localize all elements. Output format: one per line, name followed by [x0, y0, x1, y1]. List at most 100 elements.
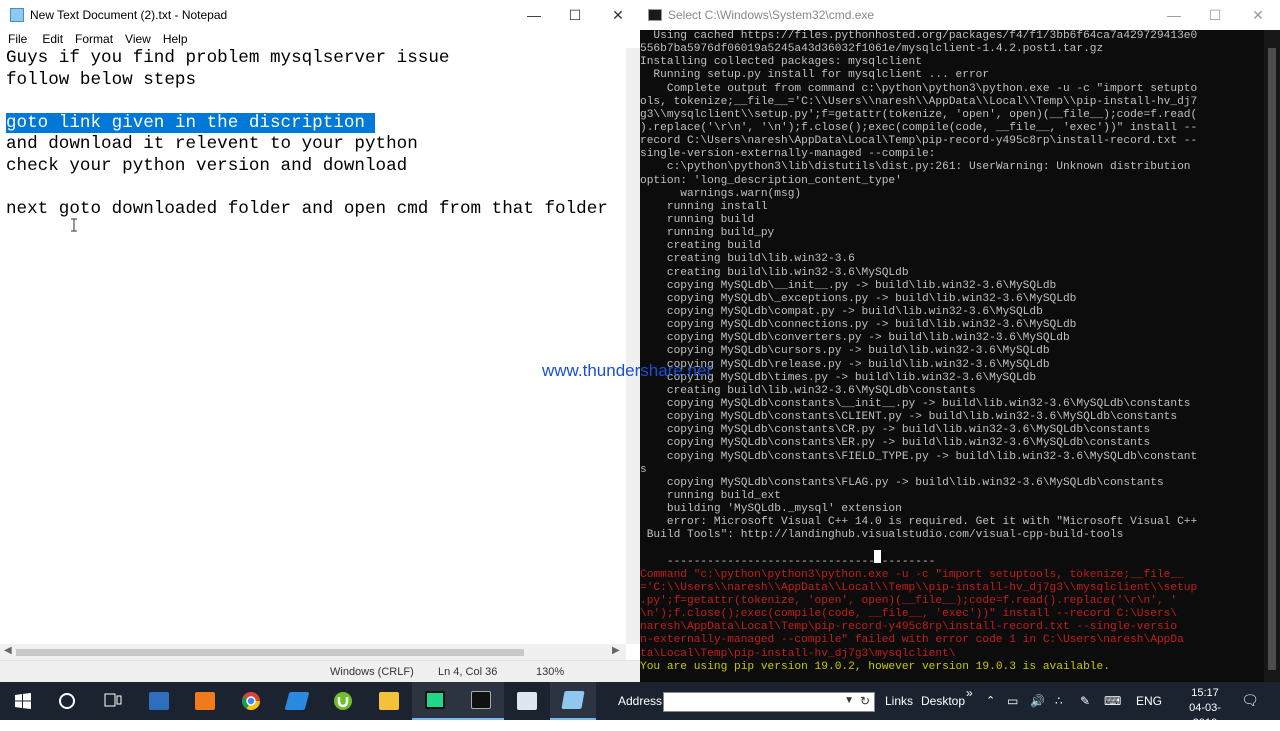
- console-line: naresh\AppData\Local\Temp\pip-record-y49…: [640, 621, 1178, 634]
- battery-icon[interactable]: ▭: [1007, 694, 1018, 708]
- console-line: copying MySQLdb\constants\FIELD_TYPE.py …: [640, 450, 1198, 463]
- console-line: copying MySQLdb\cursors.py -> build\lib.…: [640, 345, 1050, 358]
- address-input[interactable]: ▼ ↻: [663, 692, 875, 712]
- pycharm-icon[interactable]: [412, 682, 458, 720]
- console-line: Running setup.py install for mysqlclient…: [640, 69, 990, 82]
- taskbar: Address ▼ ↻ Links Desktop » ⌃ ▭ 🔊 ∴ ✎ ⌨ …: [0, 682, 1280, 729]
- console-line: error: Microsoft Visual C++ 14.0 is requ…: [640, 516, 1198, 529]
- desktop-toolbar[interactable]: Desktop: [921, 694, 965, 708]
- text-line: [6, 91, 626, 113]
- notepad-text-area[interactable]: Guys if you find problem mysqlserver iss…: [0, 48, 626, 644]
- console-line: You are using pip version 19.0.2, howeve…: [640, 660, 1110, 673]
- console-line: option: 'long_description_content_type': [640, 174, 902, 187]
- console-line: copying MySQLdb\constants\ER.py -> build…: [640, 437, 1151, 450]
- menu-file[interactable]: File: [8, 30, 27, 48]
- console-line: 556b7ba5976df06019a5245a43d36032f1061e/m…: [640, 43, 1104, 56]
- cmd-title-bar[interactable]: Select C:\Windows\System32\cmd.exe — ☐ ✕: [640, 0, 1280, 30]
- file-explorer-icon[interactable]: [366, 682, 412, 720]
- editor-icon[interactable]: [504, 682, 550, 720]
- notepad-menu-bar: File Edit Format View Help: [0, 30, 640, 48]
- scroll-right-icon[interactable]: ▶: [612, 645, 620, 656]
- console-line: Installing collected packages: mysqlclie…: [640, 56, 922, 69]
- console-line: Build Tools": http://landinghub.visualst…: [640, 529, 1124, 542]
- language-indicator[interactable]: ENG: [1136, 694, 1162, 708]
- status-zoom: 130%: [536, 666, 565, 678]
- scrollbar-thumb[interactable]: [1268, 48, 1276, 670]
- menu-format[interactable]: Format: [75, 30, 113, 48]
- console-line: running build: [640, 213, 755, 226]
- console-line: building 'MySQLdb._mysql' extension: [640, 503, 902, 516]
- console-line: ='C:\\Users\\naresh\\AppData\\Local\\Tem…: [640, 581, 1198, 594]
- console-line: running build_ext: [640, 489, 781, 502]
- notepad-app-icon: [10, 8, 24, 22]
- notepad-icon[interactable]: [550, 682, 596, 720]
- console-line: copying MySQLdb\compat.py -> build\lib.w…: [640, 305, 1043, 318]
- cmd-vertical-scrollbar[interactable]: [1264, 30, 1280, 682]
- console-line: creating build: [640, 240, 761, 253]
- clock[interactable]: 15:17 04-03-2019: [1180, 686, 1230, 731]
- console-line: creating build\lib.win32-3.6: [640, 253, 855, 266]
- console-line: ).replace('\r\n', '\n');f.close();exec(c…: [640, 121, 1198, 134]
- refresh-icon[interactable]: ↻: [860, 694, 870, 708]
- cmd-output[interactable]: Using cached https://files.pythonhosted.…: [640, 30, 1264, 682]
- keyboard-icon[interactable]: ⌨: [1104, 694, 1121, 708]
- menu-edit[interactable]: Edit: [42, 30, 63, 48]
- notepad-title-bar[interactable]: New Text Document (2).txt - Notepad — ☐ …: [0, 0, 640, 30]
- media-player-icon[interactable]: [182, 682, 228, 720]
- maximize-icon[interactable]: ☐: [553, 0, 597, 30]
- cortana-search-icon[interactable]: [44, 682, 90, 720]
- minimize-icon[interactable]: —: [512, 0, 556, 30]
- notepad-vertical-scrollbar[interactable]: [626, 48, 640, 644]
- cmd-icon[interactable]: [458, 682, 504, 720]
- scroll-left-icon[interactable]: ◀: [4, 645, 12, 656]
- scrollbar-thumb[interactable]: [16, 649, 524, 656]
- console-line: creating build\lib.win32-3.6\MySQLdb\con…: [640, 384, 976, 397]
- notepad-status-bar: Windows (CRLF) Ln 4, Col 36 130%: [0, 660, 640, 682]
- console-line: n-externally-managed --compile" failed w…: [640, 634, 1184, 647]
- chevron-down-icon[interactable]: ▼: [844, 695, 854, 706]
- console-line: creating build\lib.win32-3.6\MySQLdb: [640, 266, 909, 279]
- console-line: ----------------------------------------: [640, 555, 936, 568]
- task-view-icon[interactable]: [90, 682, 136, 720]
- console-line: Using cached https://files.pythonhosted.…: [640, 30, 1198, 42]
- network-icon[interactable]: ∴: [1055, 694, 1063, 708]
- menu-view[interactable]: View: [125, 30, 151, 48]
- console-line: ols, tokenize;__file__='C:\\Users\\nares…: [640, 95, 1198, 108]
- address-toolbar-label: Address: [618, 694, 663, 708]
- pen-icon[interactable]: ✎: [1080, 694, 1090, 708]
- windows-start-icon[interactable]: [0, 682, 46, 720]
- console-line: single-version-externally-managed --comp…: [640, 148, 936, 161]
- text-line: follow below steps: [6, 69, 197, 90]
- maximize-icon[interactable]: ☐: [1193, 0, 1237, 30]
- toolbar-overflow-icon[interactable]: »: [966, 686, 973, 700]
- text-selection: goto link given in the discription: [6, 112, 375, 133]
- console-line: .py';f=getattr(tokenize, 'open', open)(_…: [640, 595, 1178, 608]
- console-line: c:\python\python3\lib\distutils\dist.py:…: [640, 161, 1191, 174]
- chevron-up-icon[interactable]: ⌃: [986, 694, 995, 707]
- console-line: \n');f.close();exec(compile(code, __file…: [640, 608, 1178, 621]
- notification-icon[interactable]: 🗨: [1240, 692, 1260, 710]
- cmd-app-icon: [648, 9, 662, 21]
- minimize-icon[interactable]: —: [1152, 0, 1196, 30]
- console-line: s: [640, 463, 647, 476]
- console-line: copying MySQLdb\times.py -> build\lib.wi…: [640, 371, 1037, 384]
- notepad-horizontal-scrollbar[interactable]: ◀ ▶: [0, 644, 626, 660]
- mail-app-icon[interactable]: [136, 682, 182, 720]
- close-icon[interactable]: ✕: [596, 0, 640, 30]
- console-line: running install: [640, 200, 768, 213]
- menu-help[interactable]: Help: [163, 30, 188, 48]
- chrome-icon[interactable]: [228, 682, 274, 720]
- console-cursor: [874, 550, 881, 563]
- close-icon[interactable]: ✕: [1236, 0, 1280, 30]
- volume-icon[interactable]: 🔊: [1030, 694, 1045, 708]
- cmd-window: Select C:\Windows\System32\cmd.exe — ☐ ✕…: [640, 0, 1280, 682]
- console-line: copying MySQLdb\__init__.py -> build\lib…: [640, 279, 1057, 292]
- file-transfer-icon[interactable]: [274, 682, 320, 720]
- notepad-window: New Text Document (2).txt - Notepad — ☐ …: [0, 0, 640, 682]
- status-encoding: Windows (CRLF): [330, 666, 414, 678]
- notepad-title: New Text Document (2).txt - Notepad: [30, 8, 228, 22]
- utorrent-icon[interactable]: [320, 682, 366, 720]
- console-line: copying MySQLdb\constants\CLIENT.py -> b…: [640, 411, 1178, 424]
- links-toolbar[interactable]: Links: [885, 694, 913, 708]
